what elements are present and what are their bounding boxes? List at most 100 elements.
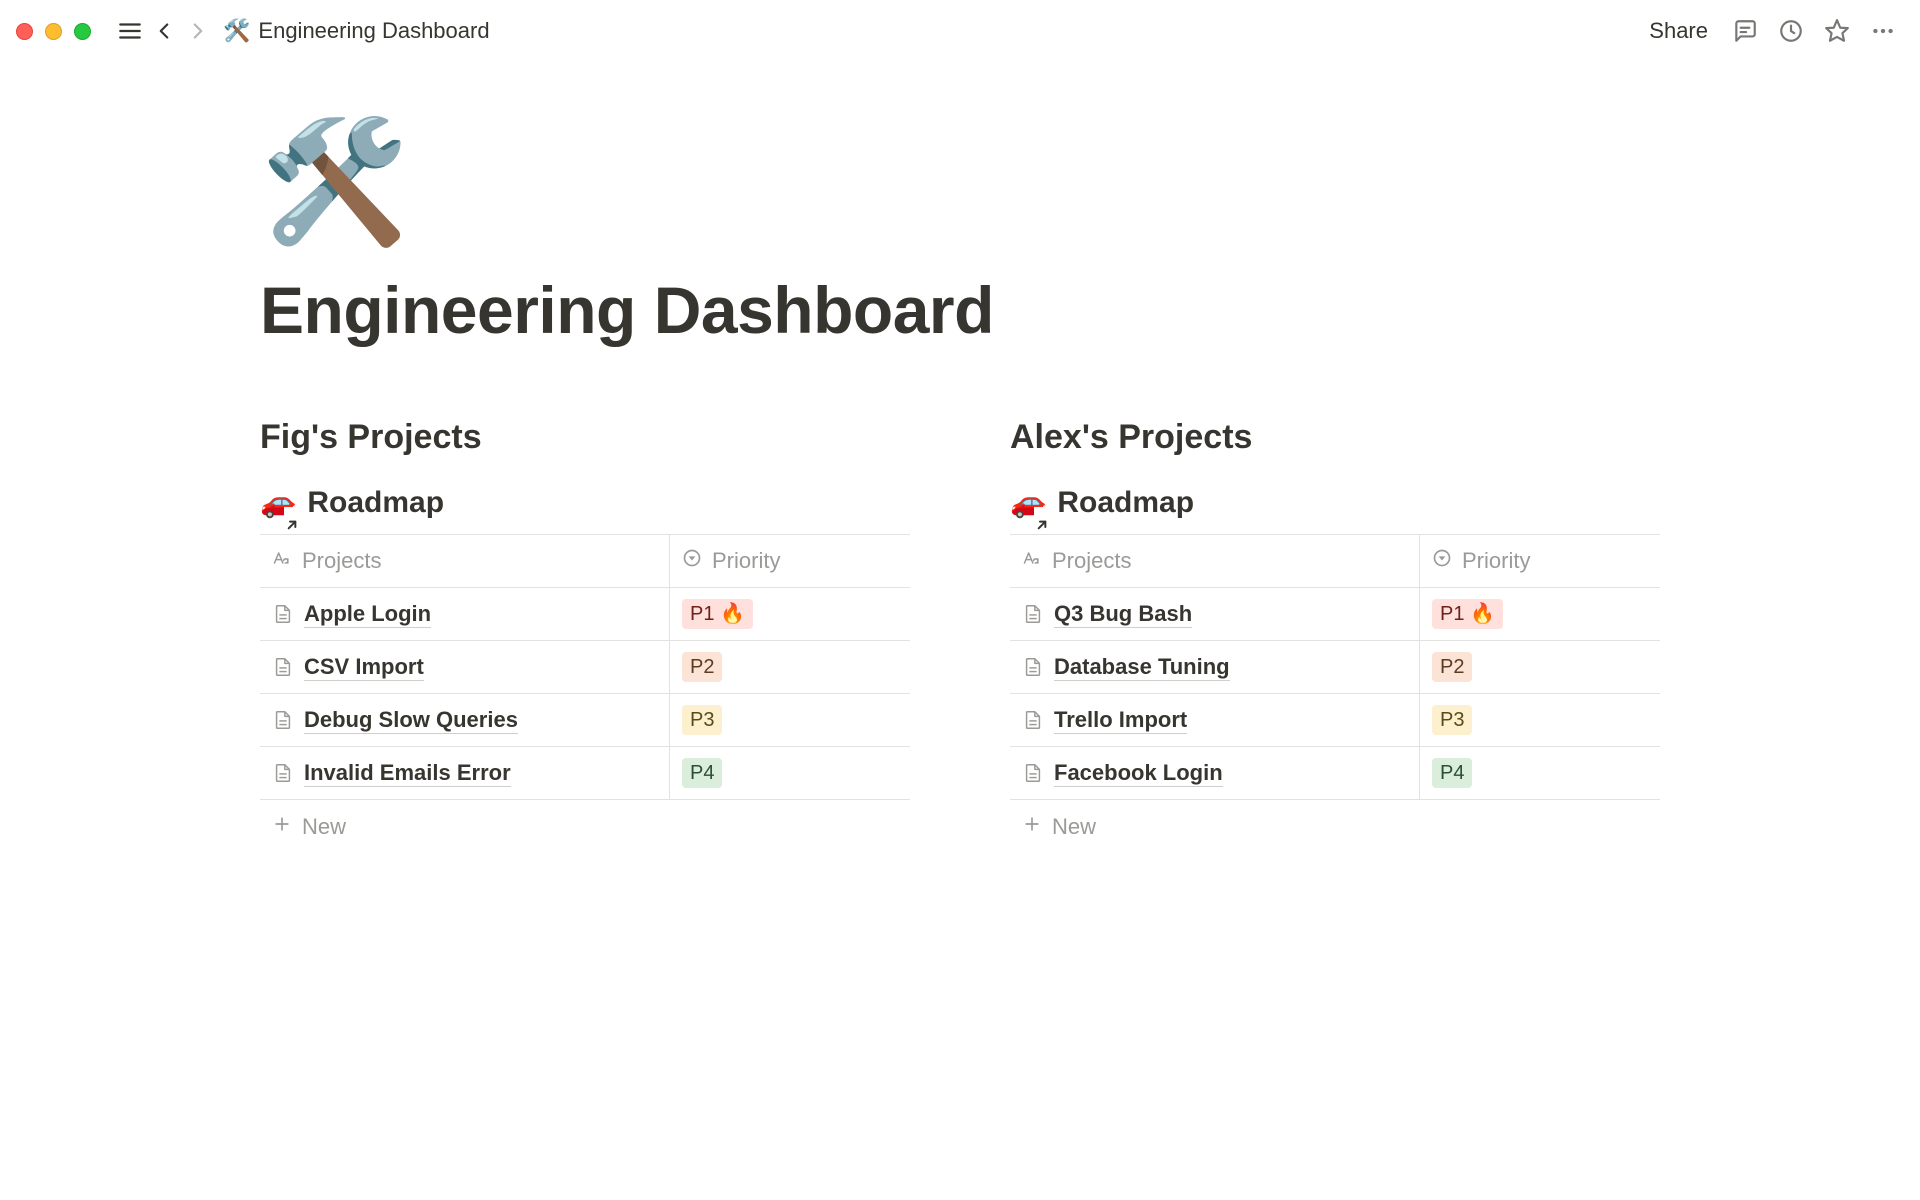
cell-projects[interactable]: Trello Import [1010,694,1420,746]
more-button[interactable] [1866,14,1900,48]
breadcrumb-title: Engineering Dashboard [258,18,489,44]
cell-projects[interactable]: Debug Slow Queries [260,694,670,746]
cell-priority[interactable]: P2 [670,641,910,693]
page-link[interactable]: Trello Import [1054,707,1187,734]
topbar: 🛠️ Engineering Dashboard Share [0,0,1920,62]
linked-database-title[interactable]: 🚗 Roadmap [1010,485,1660,520]
cell-projects[interactable]: Apple Login [260,588,670,640]
page-icon [272,762,294,784]
priority-tag: P4 [1432,758,1472,788]
select-property-icon [1432,548,1452,574]
cell-projects[interactable]: Facebook Login [1010,747,1420,799]
column-heading[interactable]: Alex's Projects [1010,418,1660,457]
title-property-icon [1022,548,1042,574]
cell-priority[interactable]: P4 [1420,747,1660,799]
table-row[interactable]: Invalid Emails Error P4 [260,747,910,800]
linked-database-title[interactable]: 🚗 Roadmap [260,485,910,520]
topbar-right: Share [1641,14,1900,48]
column-header-label: Projects [302,548,381,574]
table-row[interactable]: Apple Login P1 🔥 [260,588,910,641]
column-header-projects[interactable]: Projects [260,535,670,587]
page-link[interactable]: CSV Import [304,654,424,681]
new-row-label: New [302,814,346,840]
column-header-priority[interactable]: Priority [1420,535,1660,587]
page-icon [272,709,294,731]
cell-priority[interactable]: P1 🔥 [1420,588,1660,640]
table-row[interactable]: Database Tuning P2 [1010,641,1660,694]
column-header-projects[interactable]: Projects [1010,535,1420,587]
window-controls [16,23,91,40]
database-icon: 🚗 [1010,485,1047,520]
page-icon [1022,762,1044,784]
table-row[interactable]: Q3 Bug Bash P1 🔥 [1010,588,1660,641]
forward-button[interactable] [181,14,215,48]
sidebar-toggle-button[interactable] [113,14,147,48]
breadcrumb-icon: 🛠️ [223,18,250,44]
title-property-icon [272,548,292,574]
cell-projects[interactable]: Q3 Bug Bash [1010,588,1420,640]
page-icon [1022,656,1044,678]
app-window: 🛠️ Engineering Dashboard Share 🛠️ Engine… [0,0,1920,1200]
table-row[interactable]: Facebook Login P4 [1010,747,1660,800]
back-button[interactable] [147,14,181,48]
fullscreen-window-button[interactable] [74,23,91,40]
database-table: Projects Priority Apple Login P1 🔥 CSV Impor… [260,534,910,800]
column-header-label: Projects [1052,548,1131,574]
cell-priority[interactable]: P3 [670,694,910,746]
breadcrumb[interactable]: 🛠️ Engineering Dashboard [223,18,490,44]
priority-tag: P2 [1432,652,1472,682]
database-name: Roadmap [1057,486,1194,520]
cell-priority[interactable]: P3 [1420,694,1660,746]
table-header-row: Projects Priority [1010,535,1660,588]
column-heading[interactable]: Fig's Projects [260,418,910,457]
new-row-button[interactable]: New [260,800,910,850]
priority-tag: P2 [682,652,722,682]
cell-priority[interactable]: P2 [1420,641,1660,693]
cell-projects[interactable]: Invalid Emails Error [260,747,670,799]
table-row[interactable]: Debug Slow Queries P3 [260,694,910,747]
page-link[interactable]: Facebook Login [1054,760,1223,787]
page-link[interactable]: Database Tuning [1054,654,1230,681]
column: Fig's Projects 🚗 Roadmap Projects Priority Ap… [260,418,910,850]
close-window-button[interactable] [16,23,33,40]
table-row[interactable]: Trello Import P3 [1010,694,1660,747]
priority-tag: P1 🔥 [682,599,753,629]
page-link[interactable]: Invalid Emails Error [304,760,511,787]
column-header-label: Priority [712,548,780,574]
select-property-icon [682,548,702,574]
page-body: 🛠️ Engineering Dashboard Fig's Projects 🚗… [0,62,1920,850]
page-icon [272,656,294,678]
cell-priority[interactable]: P4 [670,747,910,799]
cell-projects[interactable]: Database Tuning [1010,641,1420,693]
linked-arrow-icon [284,507,300,523]
page-title[interactable]: Engineering Dashboard [260,272,1660,348]
comments-button[interactable] [1728,14,1762,48]
page-link[interactable]: Q3 Bug Bash [1054,601,1192,628]
priority-tag: P3 [1432,705,1472,735]
cell-projects[interactable]: CSV Import [260,641,670,693]
page-icon [1022,603,1044,625]
priority-tag: P4 [682,758,722,788]
page-icon [272,603,294,625]
favorite-button[interactable] [1820,14,1854,48]
page-link[interactable]: Debug Slow Queries [304,707,518,734]
column-header-label: Priority [1462,548,1530,574]
new-row-label: New [1052,814,1096,840]
minimize-window-button[interactable] [45,23,62,40]
page-icon[interactable]: 🛠️ [260,122,1660,242]
page-link[interactable]: Apple Login [304,601,431,628]
database-icon: 🚗 [260,485,297,520]
linked-arrow-icon [1034,507,1050,523]
table-header-row: Projects Priority [260,535,910,588]
new-row-button[interactable]: New [1010,800,1660,850]
plus-icon [1022,814,1042,840]
column-header-priority[interactable]: Priority [670,535,910,587]
columns: Fig's Projects 🚗 Roadmap Projects Priority Ap… [260,418,1660,850]
cell-priority[interactable]: P1 🔥 [670,588,910,640]
plus-icon [272,814,292,840]
column: Alex's Projects 🚗 Roadmap Projects Priority Q… [1010,418,1660,850]
updates-button[interactable] [1774,14,1808,48]
share-button[interactable]: Share [1641,14,1716,48]
table-row[interactable]: CSV Import P2 [260,641,910,694]
database-name: Roadmap [307,486,444,520]
